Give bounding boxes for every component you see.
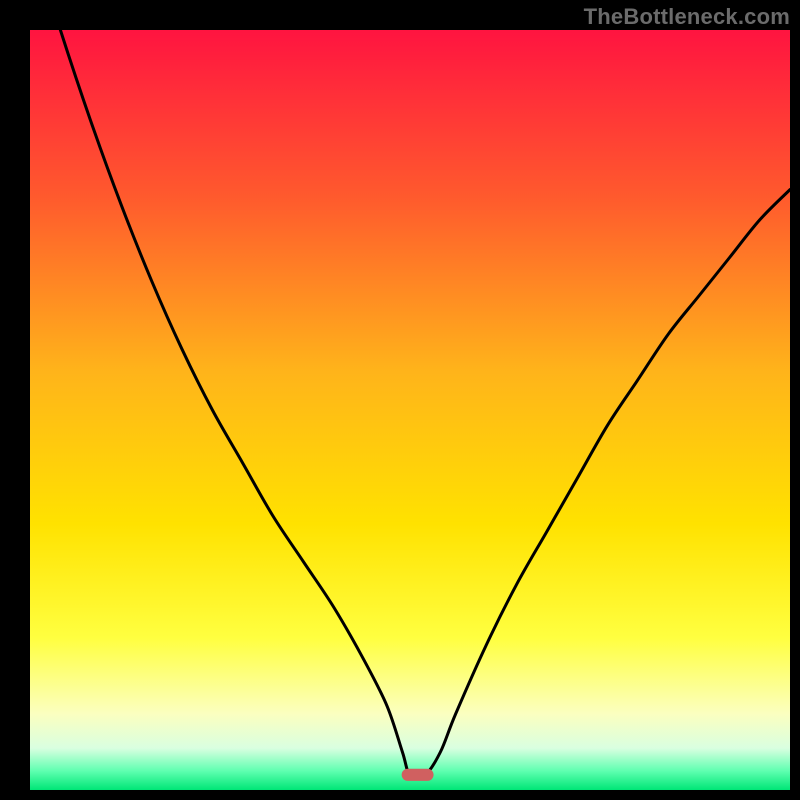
gradient-background — [30, 30, 790, 790]
watermark-text: TheBottleneck.com — [584, 4, 790, 30]
chart-frame: { "watermark": { "text": "TheBottleneck.… — [0, 0, 800, 800]
axis-border-bottom — [0, 790, 800, 800]
optimal-marker — [402, 769, 434, 781]
bottleneck-chart — [0, 0, 800, 800]
axis-border-right — [790, 0, 800, 800]
axis-border-left — [0, 0, 30, 800]
